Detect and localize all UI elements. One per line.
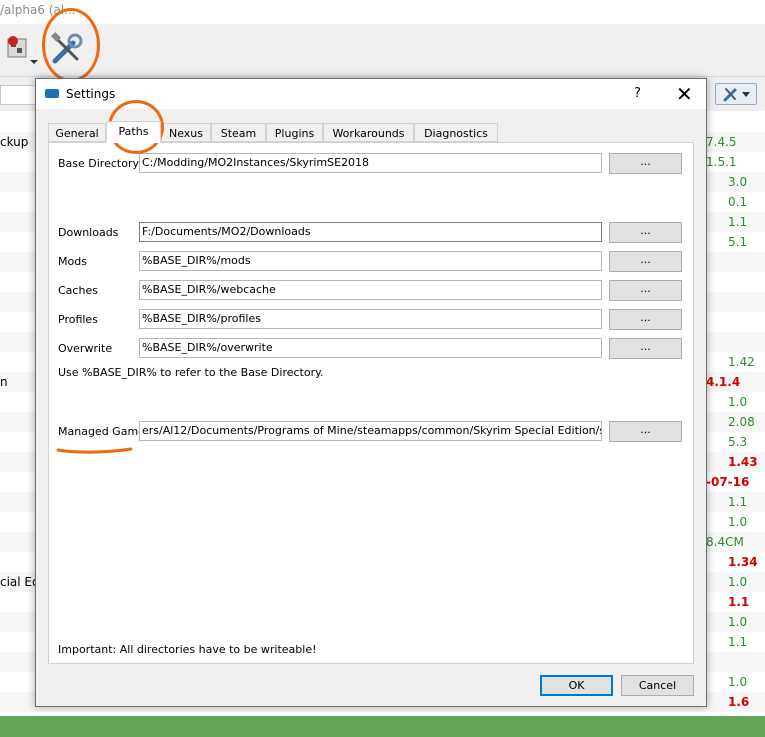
mod-version: -07-16 — [706, 475, 750, 489]
base-directory-field[interactable]: C:/Modding/MO2Instances/SkyrimSE2018 — [139, 153, 602, 173]
writeable-warning: Important: All directories have to be wr… — [58, 643, 317, 656]
mod-version: 1.42 — [728, 355, 755, 369]
tab-nexus[interactable]: Nexus — [161, 123, 211, 142]
main-toolbar — [0, 24, 765, 76]
mod-version: 8.4CM — [706, 535, 744, 549]
downloads-field[interactable]: F:/Documents/MO2/Downloads — [139, 222, 602, 242]
mod-version: 4.1.4 — [706, 375, 741, 389]
overwrite-browse-button[interactable]: ... — [609, 338, 682, 359]
settings-dialog: Settings ? ✕ General Paths Nexus Steam P… — [35, 78, 707, 707]
tab-workarounds[interactable]: Workarounds — [323, 123, 414, 142]
main-window-titlebar: /alpha6 (al... — [0, 0, 765, 25]
base-directory-browse-button[interactable]: ... — [609, 153, 682, 174]
filter-field[interactable] — [0, 85, 36, 105]
downloads-browse-button[interactable]: ... — [609, 222, 682, 243]
dialog-title: Settings — [66, 87, 116, 101]
caches-label: Caches — [58, 284, 98, 297]
caches-browse-button[interactable]: ... — [609, 280, 682, 301]
mod-version: 1.5.1 — [706, 155, 737, 169]
tab-steam[interactable]: Steam — [211, 123, 266, 142]
status-bar — [0, 716, 765, 737]
tab-general[interactable]: General — [48, 123, 106, 142]
mod-version: 1.1 — [728, 595, 750, 609]
mod-version: 1.1 — [728, 495, 748, 509]
mod-version: 1.0 — [728, 575, 748, 589]
paths-panel: Base Directory C:/Modding/MO2Instances/S… — [48, 142, 694, 664]
mod-version: 3.0 — [728, 175, 748, 189]
mods-field[interactable]: %BASE_DIR%/mods — [139, 251, 602, 271]
downloads-label: Downloads — [58, 226, 119, 239]
overwrite-field[interactable]: %BASE_DIR%/overwrite — [139, 338, 602, 358]
mod-version: 1.0 — [728, 675, 748, 689]
profiles-label: Profiles — [58, 313, 98, 326]
mods-label: Mods — [58, 255, 87, 268]
close-button[interactable]: ✕ — [676, 82, 693, 106]
tools-dropdown-button[interactable] — [715, 83, 757, 105]
mod-version: 1.34 — [728, 555, 758, 569]
mod-name-fragment: n — [0, 375, 8, 389]
mod-version: 1.0 — [728, 515, 748, 529]
managed-game-browse-button[interactable]: ... — [609, 421, 682, 442]
archive-tool-button[interactable] — [2, 30, 40, 68]
mod-name-fragment: ckup — [0, 135, 29, 149]
annotation-circle-tools — [42, 8, 100, 82]
mod-version: 1.0 — [728, 615, 748, 629]
mod-version: 2.08 — [728, 415, 755, 429]
mod-version: 1.6 — [728, 695, 750, 709]
mod-version: 7.4.5 — [706, 135, 737, 149]
tab-diagnostics[interactable]: Diagnostics — [414, 123, 498, 142]
tools-dropdown-icon — [723, 88, 750, 102]
mod-version: 1.1 — [728, 215, 748, 229]
overwrite-label: Overwrite — [58, 342, 113, 355]
mods-browse-button[interactable]: ... — [609, 251, 682, 272]
profiles-browse-button[interactable]: ... — [609, 309, 682, 330]
caches-field[interactable]: %BASE_DIR%/webcache — [139, 280, 602, 300]
mod-version: 1.0 — [728, 395, 748, 409]
managed-game-label: Managed Game — [58, 425, 145, 438]
tab-plugins[interactable]: Plugins — [266, 123, 323, 142]
mod-version: 5.3 — [728, 435, 748, 449]
mod-version: 5.1 — [728, 235, 748, 249]
mod-version: 1.43 — [728, 455, 758, 469]
archive-icon — [7, 36, 38, 64]
mod-version: 0.1 — [728, 195, 748, 209]
help-button[interactable]: ? — [634, 86, 641, 101]
ok-button[interactable]: OK — [540, 675, 613, 696]
base-dir-hint: Use %BASE_DIR% to refer to the Base Dire… — [58, 366, 324, 379]
cancel-button[interactable]: Cancel — [621, 675, 694, 696]
annotation-underline-managed-game — [56, 447, 133, 454]
profiles-field[interactable]: %BASE_DIR%/profiles — [139, 309, 602, 329]
tab-paths[interactable]: Paths — [106, 121, 161, 143]
managed-game-field[interactable]: ers/Al12/Documents/Programs of Mine/stea… — [139, 421, 602, 441]
mod-version: 1.1 — [728, 635, 748, 649]
mo2-app-icon — [45, 89, 59, 98]
base-directory-label: Base Directory — [58, 157, 139, 170]
